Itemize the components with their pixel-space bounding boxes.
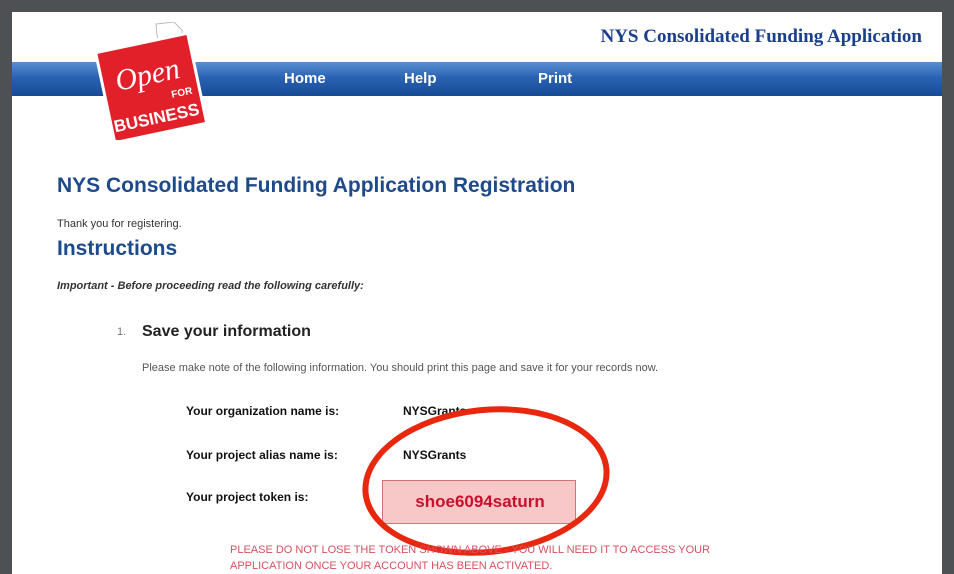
- open-for-business-logo[interactable]: Open FOR BUSINESS: [96, 22, 206, 140]
- step-title: Save your information: [142, 323, 311, 340]
- project-token-label: Your project token is:: [186, 490, 309, 504]
- nav-print-link[interactable]: Print: [538, 70, 572, 87]
- site-title: NYS Consolidated Funding Application: [600, 26, 922, 47]
- instructions-heading: Instructions: [57, 237, 178, 260]
- important-note: Important - Before proceeding read the f…: [57, 280, 364, 292]
- organization-name-label: Your organization name is:: [186, 404, 340, 418]
- step-number: 1.: [117, 326, 127, 338]
- page: NYS Consolidated Funding Application Hom…: [12, 12, 942, 574]
- token-warning-line1: PLEASE DO NOT LOSE THE TOKEN SHOWN ABOVE…: [230, 544, 711, 556]
- step-description: Please make note of the following inform…: [142, 362, 659, 374]
- highlight-circle: [354, 394, 618, 568]
- nav-home-link[interactable]: Home: [284, 70, 326, 87]
- project-alias-label: Your project alias name is:: [186, 448, 338, 462]
- token-warning-line2: APPLICATION ONCE YOUR ACCOUNT HAS BEEN A…: [230, 560, 553, 572]
- screenshot-frame: NYS Consolidated Funding Application Hom…: [0, 0, 954, 574]
- page-title: NYS Consolidated Funding Application Reg…: [57, 174, 576, 197]
- nav-help-link[interactable]: Help: [404, 70, 437, 87]
- thank-you-text: Thank you for registering.: [57, 218, 182, 230]
